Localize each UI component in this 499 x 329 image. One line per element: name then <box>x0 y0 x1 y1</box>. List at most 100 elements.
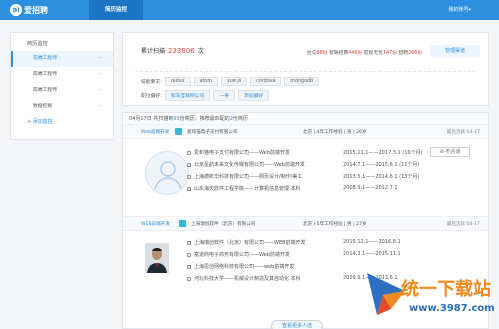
site-watermark: 统一下载站 www.3987.com <box>365 269 495 327</box>
candidate-card: 爱和猫电子支付有限公司——Web前端开发 2015.11.1——2017.3.1… <box>123 139 488 217</box>
school-icon <box>187 276 191 281</box>
experience-item: 富道商电子商务有限公司——Web前端开发 <box>187 251 290 258</box>
last-active: 最后活跃:04-17 <box>446 222 480 227</box>
skills-label: 技能要求: <box>141 80 162 85</box>
company-tag[interactable]: 和车互联网公司 <box>164 90 211 101</box>
company-name: 爱和猫电子支付有限公司 <box>187 130 238 135</box>
stat-value: 98份 <box>316 51 328 56</box>
skill-tag[interactable]: redux <box>164 77 191 86</box>
stat-label: 前程无忧 <box>363 51 383 56</box>
experience-text: 富道商电子商务有限公司——Web前端开发 <box>194 252 290 258</box>
company-badge-icon <box>179 220 186 227</box>
sidebar-item-2[interactable]: 前端工程师 ··· <box>11 83 113 99</box>
sidebar-item-3[interactable]: 数据挖掘 ··· <box>11 99 113 115</box>
city: 北京 <box>303 130 313 135</box>
sidebar-item-1[interactable]: 前端工程师 ··· <box>11 67 113 83</box>
skills-row: 技能要求: redux atom vue.js cordova mongodb <box>141 77 320 86</box>
sidebar-item-label: 前端工程师 <box>33 72 57 77</box>
logo-text: 爱招聘 <box>24 5 48 15</box>
experience-text: 上海德新华科技有限公司——网页设计/制作/美工 <box>194 174 303 180</box>
job-title[interactable]: Web前端开发 <box>141 129 169 135</box>
skill-tag[interactable]: vue.js <box>221 77 248 86</box>
company-icon <box>187 252 191 257</box>
company-icon <box>187 174 191 179</box>
skill-tag[interactable]: mongodb <box>284 77 320 86</box>
experience-item: 上海思创网络科技有限公司——web前端开发 <box>187 263 294 270</box>
total-unit: 次 <box>197 48 204 55</box>
logo[interactable]: ai 爱招聘 <box>10 4 48 16</box>
not-suitable-label: 不合适 <box>445 149 461 155</box>
company-icon <box>187 162 191 167</box>
watermark-title: 统一下载站 <box>401 279 491 300</box>
candidate-photo <box>145 243 169 273</box>
company-icon <box>187 264 191 269</box>
feed-header-suffix: 份简历 <box>232 116 248 122</box>
company-badge-icon <box>175 128 182 135</box>
experience-text: 山东海天软件工程学院——计算机信息管理 本科 <box>194 186 301 192</box>
experience-years: 5年工作经验 <box>316 222 343 227</box>
not-suitable-button[interactable]: ⊘ 不合适 <box>430 147 470 157</box>
logo-icon: ai <box>10 4 22 16</box>
stat-label: 拉勾 <box>307 51 317 56</box>
feed-header-prefix: 04月17日 共扫描到 <box>129 116 174 122</box>
more-options-icon[interactable]: ··· <box>98 83 103 99</box>
top-navbar: ai 爱招聘 简历监控 我的账号▾ <box>0 0 499 20</box>
view-more-button[interactable]: 查看更多人选 <box>271 320 323 329</box>
summary-panel: 累计扫描 233006 次 拉勾98份 智联招聘446份 前程无忧147份 猎聘26… <box>122 32 489 106</box>
company-pref-label: 职位偏好: <box>141 94 162 99</box>
experience-date: 2015.11.1——2017.3.1 (16个月) <box>343 150 423 156</box>
avatar-placeholder-icon <box>145 151 189 195</box>
sidebar-item-label: 前端工程师 <box>33 88 57 93</box>
company-icon <box>187 150 191 155</box>
experience-text: 北京星航未来文化传媒有限公司——Web前端开发 <box>194 162 305 168</box>
skill-tag[interactable]: cordova <box>250 77 282 86</box>
company-tag[interactable]: 一条 <box>213 90 236 101</box>
stat-value: 446份 <box>348 51 363 56</box>
stat-label: 智联招聘 <box>329 51 349 56</box>
sidebar-item-label: 前端工程师 <box>33 56 57 61</box>
experience-item: 山东海天软件工程学院——计算机信息管理 本科 <box>187 185 301 192</box>
stat-value: 147份 <box>382 51 397 56</box>
feed-header: 04月17日 共扫描到93份简历，推荐最匹配的2份简历 <box>123 113 488 125</box>
sidebar: 简历监控 前端工程师 ··· 前端工程师 ··· 前端工程师 ··· 数据挖掘 … <box>10 32 114 140</box>
account-menu[interactable]: 我的账号▾ <box>448 6 471 13</box>
nav-resume-monitor[interactable]: 简历监控 <box>89 0 143 20</box>
experience-date: 2014.3.1——2015.11.1 <box>343 251 401 257</box>
experience-item: 河北科技大学——机械设计制造及其自动化 本科 <box>187 275 301 282</box>
sidebar-item-0[interactable]: 前端工程师 ··· <box>11 51 113 67</box>
sidebar-item-label: 数据挖掘 <box>33 104 53 109</box>
stat-value: 266份 <box>408 51 422 56</box>
experience-date: 2008.9.1——2012.7.1 <box>343 185 398 191</box>
add-monitor-button[interactable]: + 添加监控 <box>11 115 113 129</box>
skill-tag[interactable]: atom <box>193 77 218 86</box>
company-pref-row: 职位偏好: 和车互联网公司 一条 添加偏好 <box>141 90 270 101</box>
total-scans: 累计扫描 233006 次 <box>141 46 204 55</box>
experience-text: 上海瑞创软件（北京）有限公司——WEB前端开发 <box>194 240 306 246</box>
experience-item: 上海德新华科技有限公司——网页设计/制作/美工 <box>187 173 302 180</box>
gender: 男 <box>347 130 352 135</box>
age: 26岁 <box>356 130 367 135</box>
stat-label: 猎聘 <box>398 51 409 56</box>
sidebar-title: 简历监控 <box>27 41 48 47</box>
gender: 男 <box>347 222 352 227</box>
experience-item: 爱和猫电子支付有限公司——Web前端开发 <box>187 149 290 156</box>
experience-item: 北京星航未来文化传媒有限公司——Web前端开发 <box>187 161 305 168</box>
candidate-meta: 北京 | 4年工作经验 | 男 | 26岁 <box>303 130 367 135</box>
candidate-header[interactable]: WEB前端开发 上海瑞创软件（北京）有限公司 北京 | 5年工作经验 | 男 |… <box>123 217 488 231</box>
experience-text: 上海思创网络科技有限公司——web前端开发 <box>194 264 295 270</box>
experience-item: 上海瑞创软件（北京）有限公司——WEB前端开发 <box>187 239 306 246</box>
company-name: 上海瑞创软件（北京）有限公司 <box>191 222 256 227</box>
manage-channels-button[interactable]: 管理渠道 <box>430 45 480 57</box>
divider <box>135 71 476 72</box>
channel-stats: 拉勾98份 智联招聘446份 前程无忧147份 猎聘266份 <box>307 49 422 56</box>
more-options-icon[interactable]: ··· <box>98 67 103 83</box>
add-preference-button[interactable]: 添加偏好 <box>238 90 270 101</box>
more-options-icon[interactable]: ··· <box>98 51 103 67</box>
candidate-header[interactable]: Web前端开发 爱和猫电子支付有限公司 北京 | 4年工作经验 | 男 | 26… <box>123 125 488 139</box>
experience-date: 2014.7.1——2015.6.1 (11个月) <box>343 162 420 168</box>
experience-date: 2013.5.1——2014.6.1 (13个月) <box>343 174 420 180</box>
more-options-icon[interactable]: ··· <box>98 99 103 115</box>
feed-header-mid: 份简历，推荐最匹配的 <box>179 116 230 122</box>
city: 北京 <box>303 222 313 227</box>
job-title[interactable]: WEB前端开发 <box>141 221 170 227</box>
